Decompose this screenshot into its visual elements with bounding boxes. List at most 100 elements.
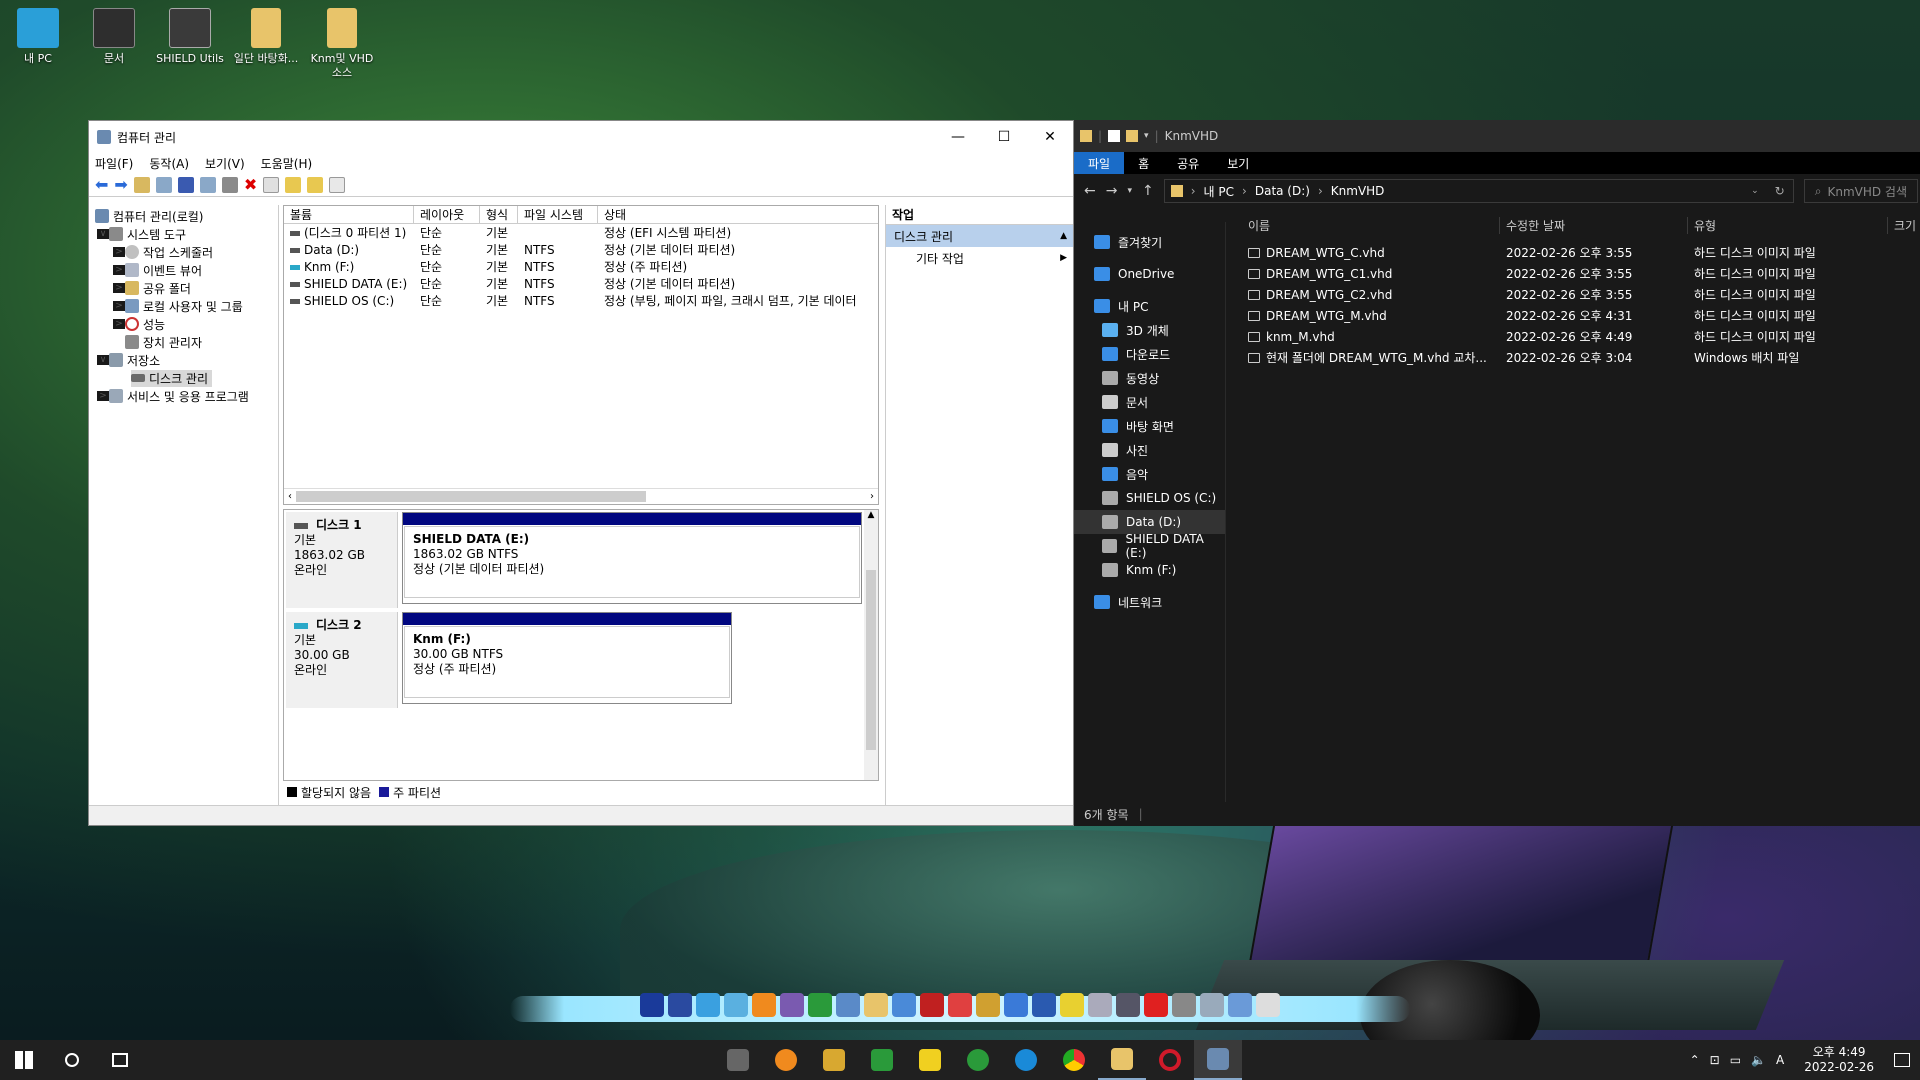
column-type[interactable]: 유형 <box>1688 216 1888 234</box>
dock-app-icon[interactable] <box>724 993 748 1017</box>
tree-item-system-tools[interactable]: ∨ 시스템 도구 <box>91 225 278 243</box>
column-size[interactable]: 크기 <box>1888 217 1916 234</box>
column-status[interactable]: 상태 <box>598 206 878 223</box>
new-folder-icon[interactable] <box>1126 130 1139 142</box>
help-icon[interactable] <box>177 176 194 193</box>
maximize-button[interactable]: ☐ <box>981 121 1027 153</box>
nav-item[interactable]: Knm (F:) <box>1074 558 1225 582</box>
nav-item[interactable]: 즐겨찾기 <box>1074 230 1225 254</box>
chevron-right-icon[interactable]: > <box>97 391 109 401</box>
nav-item[interactable]: Data (D:) <box>1074 510 1225 534</box>
scroll-right-icon[interactable]: › <box>866 491 878 502</box>
check-icon[interactable] <box>263 176 280 193</box>
connect-icon[interactable] <box>221 176 238 193</box>
desktop-icon-my-pc[interactable]: 내 PC <box>2 8 74 66</box>
column-type[interactable]: 형식 <box>480 206 518 223</box>
dock-app-icon[interactable] <box>1116 993 1140 1017</box>
taskbar-app-5[interactable] <box>906 1040 954 1080</box>
taskbar-app-6[interactable] <box>954 1040 1002 1080</box>
back-icon[interactable]: ⬅ <box>95 175 108 194</box>
show-hide-tree-icon[interactable] <box>155 176 172 193</box>
taskbar-opera[interactable] <box>1146 1040 1194 1080</box>
partition-knm[interactable]: Knm (F:) 30.00 GB NTFS 정상 (주 파티션) <box>402 612 732 704</box>
menu-help[interactable]: 도움말(H) <box>261 155 313 172</box>
properties-icon[interactable] <box>1108 130 1121 142</box>
network-icon[interactable]: ▭ <box>1730 1053 1741 1067</box>
tree-item-local-users[interactable]: > 로컬 사용자 및 그룹 <box>91 297 278 315</box>
chevron-down-icon[interactable]: ▾ <box>1144 131 1149 141</box>
ime-indicator[interactable]: A <box>1776 1053 1784 1067</box>
tree-item-task-scheduler[interactable]: > 작업 스케줄러 <box>91 243 278 261</box>
minimize-button[interactable]: — <box>935 121 981 153</box>
dock-app-icon[interactable] <box>696 993 720 1017</box>
chevron-right-icon[interactable]: > <box>113 265 125 275</box>
breadcrumb-knmvhd[interactable]: KnmVHD <box>1331 184 1385 198</box>
actions-section[interactable]: 디스크 관리 ▲ <box>886 225 1073 247</box>
dock-app-icon[interactable] <box>1032 993 1056 1017</box>
taskbar-app-2[interactable] <box>762 1040 810 1080</box>
desktop-icon-documents[interactable]: 문서 <box>78 8 150 66</box>
nav-item[interactable]: 네트워크 <box>1074 590 1225 614</box>
address-dropdown-icon[interactable]: ⌄ <box>1751 186 1759 196</box>
console-icon[interactable] <box>199 176 216 193</box>
tab-file[interactable]: 파일 <box>1074 152 1125 174</box>
tree-item-event-viewer[interactable]: > 이벤트 뷰어 <box>91 261 278 279</box>
up-icon[interactable]: ↑ <box>1142 183 1154 199</box>
task-view-button[interactable] <box>96 1040 144 1080</box>
partition-shield-data[interactable]: SHIELD DATA (E:) 1863.02 GB NTFS 정상 (기본 … <box>402 512 862 604</box>
menu-file[interactable]: 파일(F) <box>95 155 133 172</box>
clock[interactable]: 오후 4:49 2022-02-26 <box>1804 1045 1874 1075</box>
dock-app-icon[interactable] <box>1256 993 1280 1017</box>
nav-item[interactable]: 다운로드 <box>1074 342 1225 366</box>
chevron-down-icon[interactable]: ∨ <box>97 355 109 365</box>
tree-item-root[interactable]: 컴퓨터 관리(로컬) <box>91 207 278 225</box>
taskbar-edge[interactable] <box>1002 1040 1050 1080</box>
volume-row[interactable]: (디스크 0 파티션 1) 단순 기본 정상 (EFI 시스템 파티션) <box>284 224 878 241</box>
tab-home[interactable]: 홈 <box>1124 155 1163 172</box>
menu-view[interactable]: 보기(V) <box>205 155 245 172</box>
refresh-icon[interactable]: ↻ <box>1767 184 1793 198</box>
volume-row[interactable]: Knm (F:) 단순 기본 NTFS 정상 (주 파티션) <box>284 258 878 275</box>
dock-app-icon[interactable] <box>640 993 664 1017</box>
menu-action[interactable]: 동작(A) <box>149 155 189 172</box>
forward-icon[interactable]: ➡ <box>114 175 127 194</box>
start-button[interactable] <box>0 1040 48 1080</box>
column-filesystem[interactable]: 파일 시스템 <box>518 206 598 223</box>
delete-icon[interactable]: ✖ <box>244 175 257 194</box>
tree-item-shared-folders[interactable]: > 공유 폴더 <box>91 279 278 297</box>
search-icon[interactable] <box>307 176 324 193</box>
file-row[interactable]: knm_M.vhd 2022-02-26 오후 4:49 하드 디스크 이미지 파일 <box>1230 326 1920 347</box>
chevron-right-icon[interactable]: > <box>113 301 125 311</box>
scroll-left-icon[interactable]: ‹ <box>284 491 296 502</box>
explorer-titlebar[interactable]: | ▾ | KnmVHD <box>1074 120 1920 152</box>
tray-device-icon[interactable]: ⊡ <box>1710 1053 1720 1067</box>
dock-app-icon[interactable] <box>836 993 860 1017</box>
nav-item[interactable]: 바탕 화면 <box>1074 414 1225 438</box>
address-bar[interactable]: › 내 PC › Data (D:) › KnmVHD ⌄ ↻ <box>1163 179 1794 203</box>
folder-up-icon[interactable] <box>285 176 302 193</box>
chevron-right-icon[interactable]: > <box>113 247 125 257</box>
disk-2-row[interactable]: 디스크 2 기본 30.00 GB 온라인 Knm (F:) 30.00 GB … <box>286 612 866 708</box>
scroll-up-icon[interactable]: ▲ <box>864 510 878 520</box>
nav-item[interactable]: OneDrive <box>1074 262 1225 286</box>
column-date[interactable]: 수정한 날짜 <box>1500 216 1688 234</box>
chevron-down-icon[interactable]: ∨ <box>97 229 109 239</box>
tab-view[interactable]: 보기 <box>1213 155 1263 172</box>
breadcrumb-my-pc[interactable]: 내 PC <box>1204 183 1234 200</box>
nav-item[interactable]: 사진 <box>1074 438 1225 462</box>
taskbar-explorer[interactable] <box>1098 1040 1146 1080</box>
tree-item-disk-management[interactable]: 디스크 관리 <box>91 369 278 387</box>
nav-item[interactable]: SHIELD OS (C:) <box>1074 486 1225 510</box>
notification-icon[interactable] <box>1894 1053 1910 1067</box>
tray-chevron-icon[interactable]: ⌃ <box>1690 1053 1700 1067</box>
dock-app-icon[interactable] <box>1088 993 1112 1017</box>
nav-item[interactable]: 동영상 <box>1074 366 1225 390</box>
dock-app-icon[interactable] <box>780 993 804 1017</box>
dock-app-icon[interactable] <box>1228 993 1252 1017</box>
breadcrumb-data-d[interactable]: Data (D:) <box>1255 184 1310 198</box>
dock-app-icon[interactable] <box>668 993 692 1017</box>
tab-share[interactable]: 공유 <box>1163 155 1213 172</box>
volume-row[interactable]: Data (D:) 단순 기본 NTFS 정상 (기본 데이터 파티션) <box>284 241 878 258</box>
close-button[interactable]: ✕ <box>1027 121 1073 153</box>
forward-icon[interactable]: → <box>1106 183 1118 199</box>
